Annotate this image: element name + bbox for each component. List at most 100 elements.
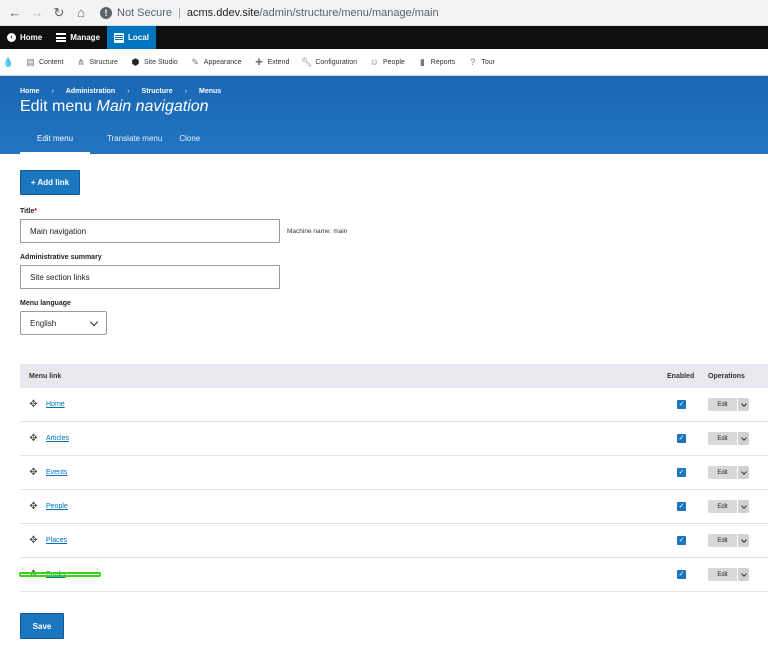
drag-handle-icon[interactable]: ✥ bbox=[29, 400, 38, 410]
tray-item-reports[interactable]: ▮ Reports bbox=[418, 57, 456, 67]
enabled-checkbox[interactable]: ✓ bbox=[677, 502, 686, 511]
toolbar-home[interactable]: ‹ Home bbox=[0, 26, 49, 49]
menu-links-table: Menu link Enabled Operations ✥ Home ✓ Edit ✥… bbox=[20, 364, 768, 592]
table-row: ✥ Home ✓ Edit bbox=[20, 388, 768, 422]
enabled-checkbox[interactable]: ✓ bbox=[677, 434, 686, 443]
table-row: ✥ People ✓ Edit bbox=[20, 490, 768, 524]
edit-button[interactable]: Edit bbox=[708, 568, 737, 581]
enabled-checkbox[interactable]: ✓ bbox=[677, 468, 686, 477]
operations-cell: Edit bbox=[708, 534, 768, 547]
dropbutton-toggle[interactable] bbox=[737, 568, 749, 581]
edit-button[interactable]: Edit bbox=[708, 466, 737, 479]
admin-menu-tray: 💧 ▤ Content ⋔ Structure ⬢ Site Studio ✎ … bbox=[0, 49, 768, 76]
chevron-down-icon bbox=[740, 434, 747, 441]
drag-handle-icon[interactable]: ✥ bbox=[29, 502, 38, 512]
tray-item-label: Tour bbox=[481, 58, 495, 66]
enabled-cell: ✓ bbox=[667, 536, 708, 545]
menu-link[interactable]: Articles bbox=[46, 435, 69, 442]
tray-item-people[interactable]: ☺ People bbox=[369, 57, 405, 67]
add-link-button[interactable]: + Add link bbox=[20, 170, 80, 195]
tab-edit-menu[interactable]: Edit menu bbox=[20, 134, 91, 154]
breadcrumb-separator: › bbox=[184, 88, 187, 95]
edit-button[interactable]: Edit bbox=[708, 500, 737, 513]
enabled-checkbox[interactable]: ✓ bbox=[677, 400, 686, 409]
operations-dropbutton: Edit bbox=[708, 500, 749, 513]
menu-link-cell: ✥ Events bbox=[20, 468, 667, 478]
browser-address-bar: ← → ↻ ⌂ ! Not Secure | acms.ddev.site /a… bbox=[0, 0, 768, 26]
breadcrumb-menus[interactable]: Menus bbox=[199, 88, 221, 95]
menu-link[interactable]: Places bbox=[46, 537, 67, 544]
drag-handle-icon[interactable]: ✥ bbox=[29, 434, 38, 444]
menu-link[interactable]: Home bbox=[46, 401, 65, 408]
summary-label: Administrative summary bbox=[20, 254, 102, 261]
menu-link[interactable]: People bbox=[46, 503, 68, 510]
header-enabled: Enabled bbox=[667, 372, 695, 380]
enabled-cell: ✓ bbox=[667, 468, 708, 477]
tab-clone[interactable]: Clone bbox=[179, 134, 200, 154]
wrench-icon: 🔧︎ bbox=[301, 56, 313, 67]
tray-item-structure[interactable]: ⋔ Structure bbox=[77, 57, 118, 67]
menu-link[interactable]: Books bbox=[46, 571, 65, 578]
table-row: ✥ Places ✓ Edit bbox=[20, 524, 768, 558]
tray-item-label: Content bbox=[39, 58, 64, 66]
language-select[interactable]: English bbox=[20, 311, 107, 335]
local-tasks-icon bbox=[114, 32, 125, 43]
dropbutton-toggle[interactable] bbox=[737, 466, 749, 479]
edit-button[interactable]: Edit bbox=[708, 534, 737, 547]
breadcrumb-administration[interactable]: Administration bbox=[66, 88, 115, 95]
dropbutton-toggle[interactable] bbox=[737, 534, 749, 547]
summary-input[interactable]: Site section links bbox=[20, 265, 280, 289]
operations-dropbutton: Edit bbox=[708, 466, 749, 479]
enabled-checkbox[interactable]: ✓ bbox=[677, 536, 686, 545]
tray-item-content[interactable]: ▤ Content bbox=[26, 57, 64, 67]
main-content: + Add link Title* Main navigation Machin… bbox=[0, 154, 768, 639]
breadcrumb-structure[interactable]: Structure bbox=[142, 88, 173, 95]
toolbar-local[interactable]: Local bbox=[107, 26, 156, 49]
admin-toolbar: ‹ Home Manage Local bbox=[0, 26, 768, 49]
url-field[interactable]: ! Not Secure | acms.ddev.site /admin/str… bbox=[100, 6, 439, 19]
toolbar-manage-label: Manage bbox=[70, 33, 101, 42]
extend-icon: ✚ bbox=[255, 56, 263, 67]
tray-item-appearance[interactable]: ✎ Appearance bbox=[191, 57, 242, 67]
tray-logo[interactable]: 💧 bbox=[3, 57, 14, 67]
operations-cell: Edit bbox=[708, 568, 768, 581]
drag-handle-icon[interactable]: ✥ bbox=[29, 536, 38, 546]
table-header: Menu link Enabled Operations bbox=[20, 364, 768, 388]
table-row: ✥ Books ✓ Edit bbox=[20, 558, 768, 592]
menu-link-cell: ✥ Home bbox=[20, 400, 667, 410]
dropbutton-toggle[interactable] bbox=[737, 398, 749, 411]
menu-link[interactable]: Events bbox=[46, 469, 67, 476]
tab-translate-menu[interactable]: Translate menu bbox=[107, 134, 162, 154]
edit-button[interactable]: Edit bbox=[708, 432, 737, 445]
toolbar-local-label: Local bbox=[128, 33, 149, 42]
tray-item-configuration[interactable]: 🔧︎ Configuration bbox=[301, 56, 357, 67]
tray-item-label: Site Studio bbox=[143, 58, 178, 66]
site-studio-icon: ⬢ bbox=[131, 56, 140, 67]
drupal-home-icon: ‹ bbox=[7, 33, 16, 42]
back-icon[interactable]: ← bbox=[6, 4, 24, 22]
drag-handle-icon[interactable]: ✥ bbox=[29, 570, 38, 580]
tray-item-extend[interactable]: ✚ Extend bbox=[255, 56, 289, 67]
reload-icon[interactable]: ↻ bbox=[50, 4, 68, 22]
title-input[interactable]: Main navigation bbox=[20, 219, 280, 243]
dropbutton-toggle[interactable] bbox=[737, 432, 749, 445]
people-icon: ☺ bbox=[369, 57, 380, 67]
toolbar-manage[interactable]: Manage bbox=[49, 26, 107, 49]
drag-handle-icon[interactable]: ✥ bbox=[29, 468, 38, 478]
chevron-down-icon bbox=[740, 570, 747, 577]
enabled-checkbox[interactable]: ✓ bbox=[677, 570, 686, 579]
tray-item-tour[interactable]: ? Tour bbox=[468, 57, 495, 67]
tray-item-site-studio[interactable]: ⬢ Site Studio bbox=[131, 56, 178, 67]
save-button[interactable]: Save bbox=[20, 613, 64, 639]
chevron-down-icon bbox=[740, 536, 747, 543]
menu-link-cell: ✥ People bbox=[20, 502, 667, 512]
language-field-group: Menu language English bbox=[20, 300, 748, 335]
home-icon[interactable]: ⌂ bbox=[72, 4, 90, 22]
edit-button[interactable]: Edit bbox=[708, 398, 737, 411]
dropbutton-toggle[interactable] bbox=[737, 500, 749, 513]
tray-item-label: Structure bbox=[89, 58, 118, 66]
url-host: acms.ddev.site bbox=[186, 6, 260, 19]
forward-icon[interactable]: → bbox=[28, 4, 46, 22]
page-title: Edit menu Main navigation bbox=[20, 98, 748, 116]
breadcrumb-home[interactable]: Home bbox=[20, 88, 39, 95]
